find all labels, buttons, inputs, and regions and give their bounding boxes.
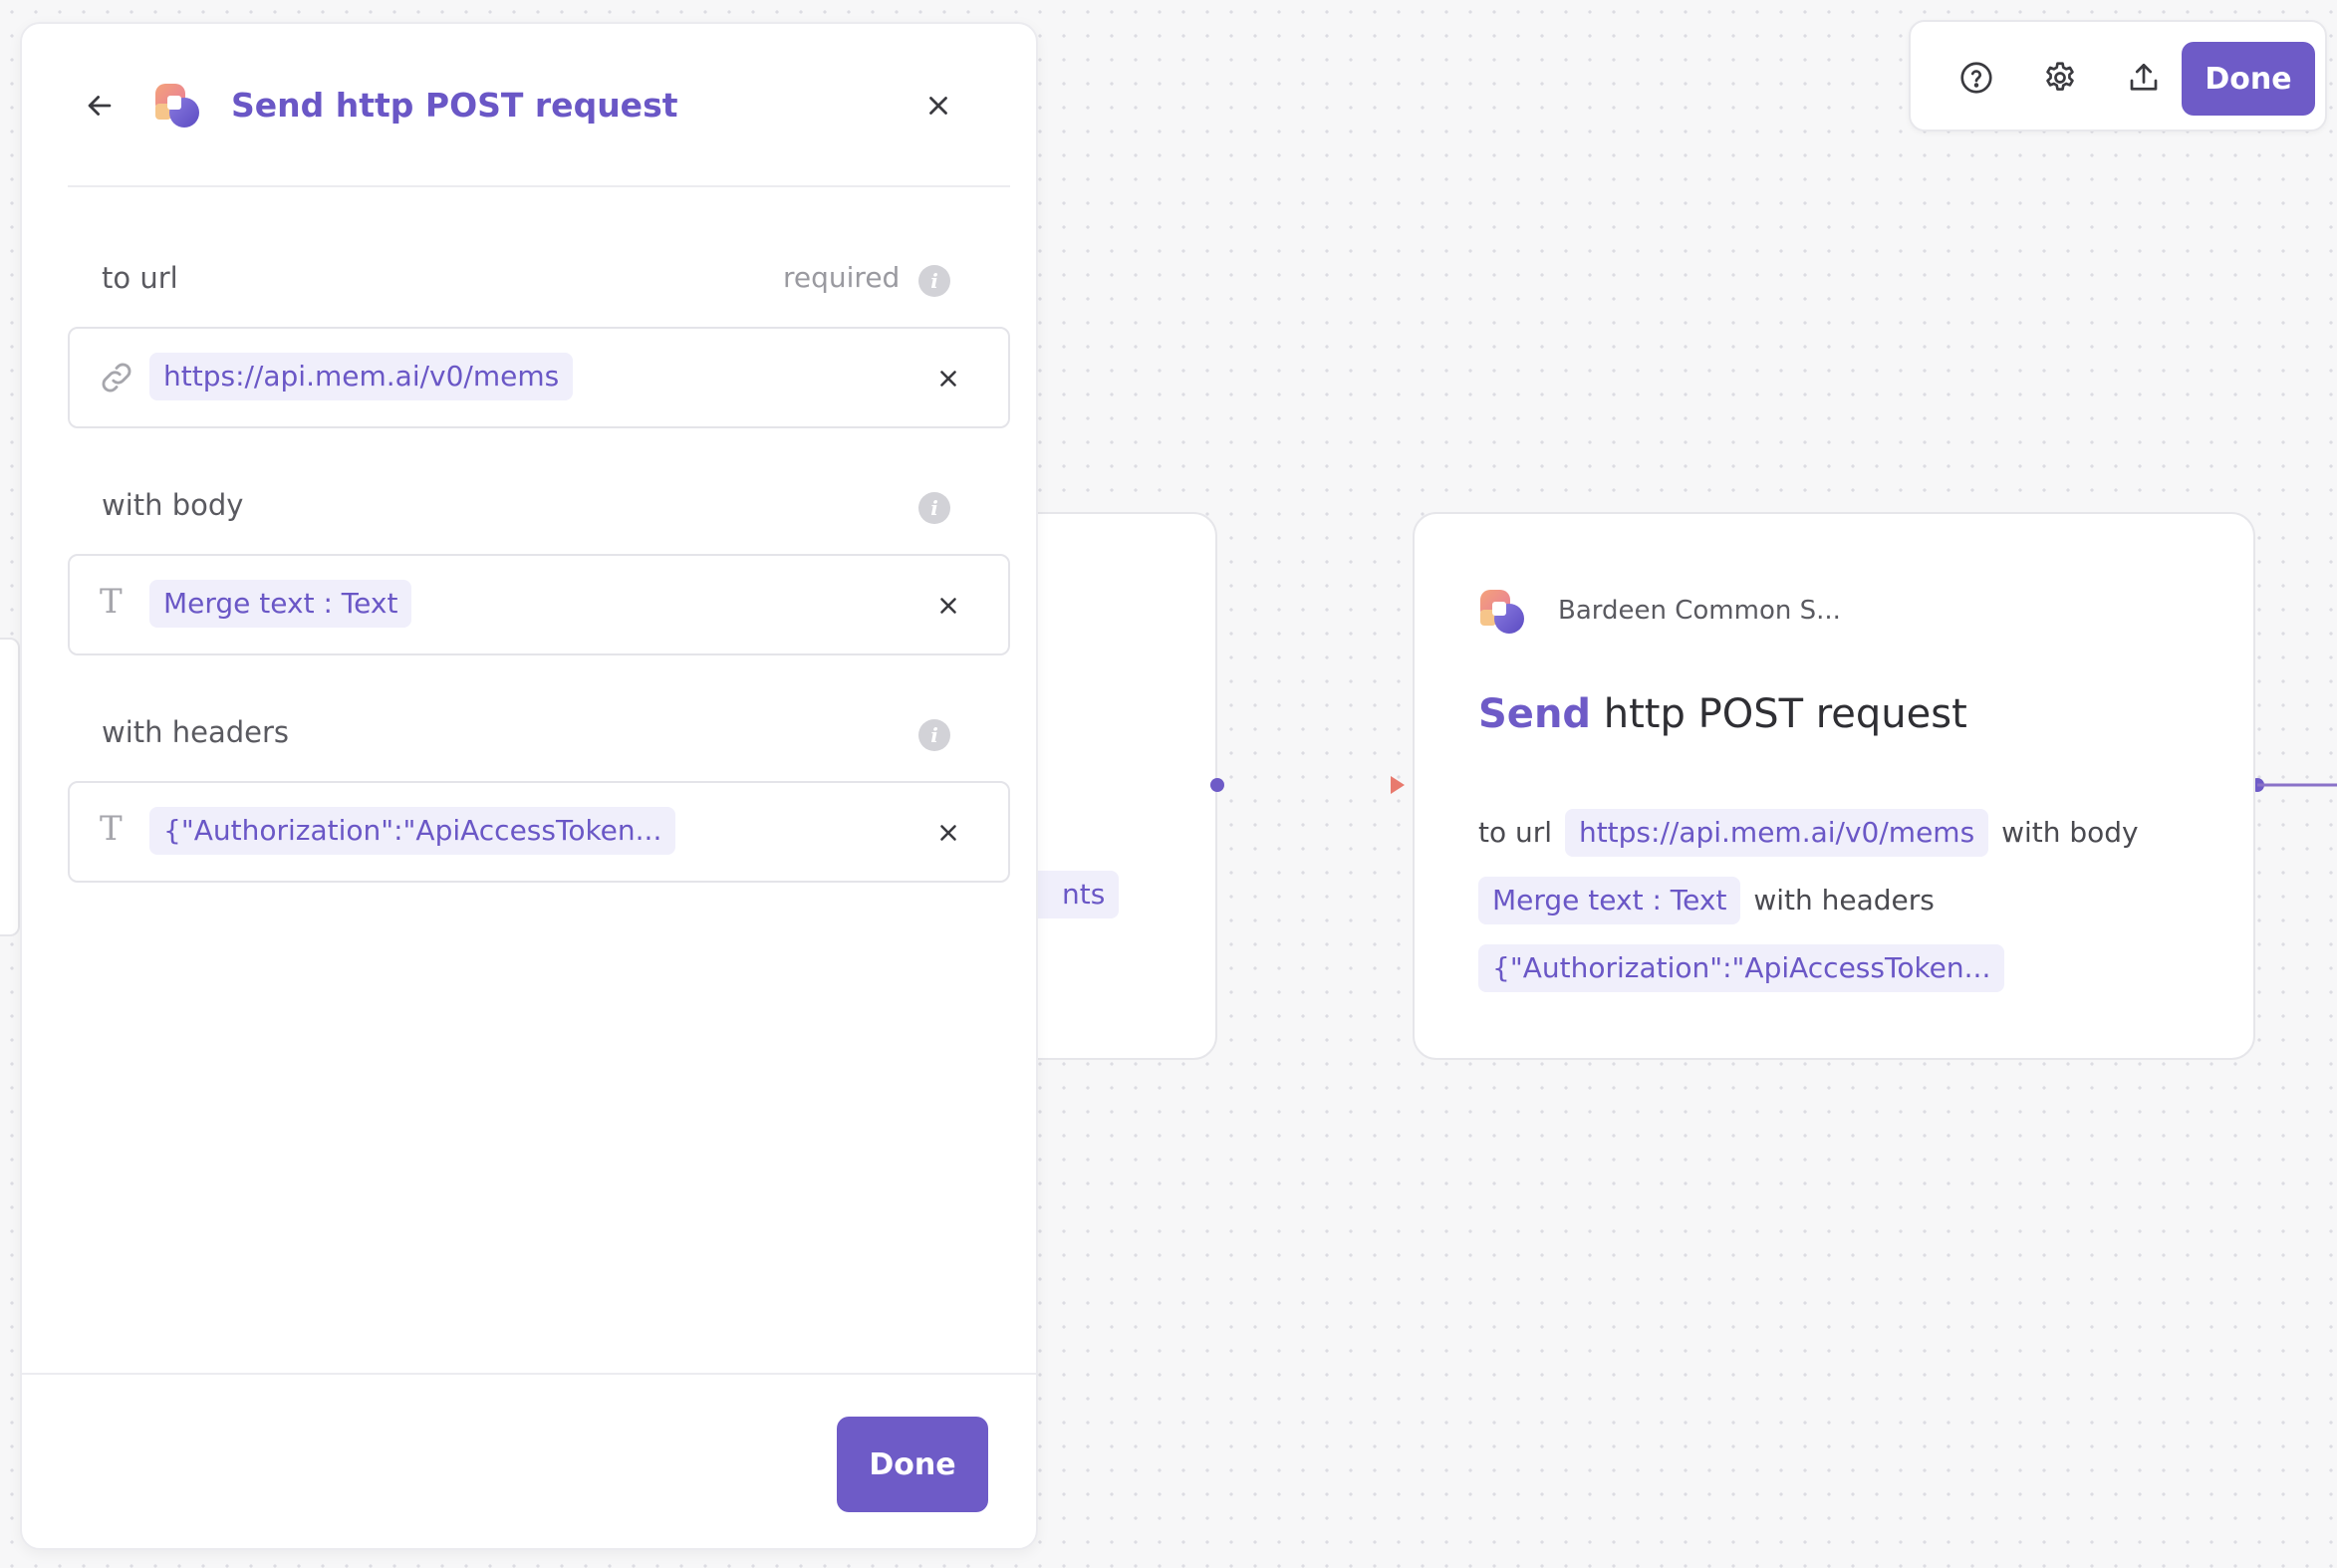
with-headers-label: with headers [102, 715, 290, 749]
back-button[interactable] [68, 74, 131, 137]
upload-icon [2130, 63, 2158, 91]
action-config-panel: Send http POST request to url required i… [20, 22, 1038, 1550]
node-with-headers-label: with headers [1753, 884, 1935, 916]
share-button[interactable] [2112, 46, 2176, 110]
partial-node-left-edge[interactable] [0, 638, 20, 936]
info-icon[interactable]: i [918, 492, 950, 524]
info-icon[interactable]: i [918, 265, 950, 297]
node-title-verb: Send [1478, 691, 1592, 737]
toolbar-done-button[interactable]: Done [2182, 42, 2315, 116]
body-field[interactable]: T Merge text : Text [68, 554, 1010, 655]
node-url-chip[interactable]: https://api.mem.ai/v0/mems [1564, 809, 1989, 857]
node-app-name: Bardeen Common S... [1558, 596, 1841, 626]
panel-title: Send http POST request [231, 86, 678, 125]
text-t-icon: T [100, 809, 123, 849]
text-t-icon: T [100, 582, 123, 622]
gear-icon [2046, 62, 2074, 91]
panel-done-button[interactable]: Done [837, 1417, 988, 1512]
clear-headers-button[interactable] [916, 801, 980, 865]
to-url-label: to url [102, 261, 178, 295]
node-body-chip[interactable]: Merge text : Text [1478, 877, 1741, 924]
clear-body-button[interactable] [916, 574, 980, 638]
action-node-card[interactable]: Bardeen Common S... Send http POST reque… [1413, 512, 2255, 1060]
connector-arrow [1210, 776, 1405, 794]
top-toolbar: Done [1909, 20, 2327, 131]
outgoing-connector [2250, 778, 2337, 792]
url-value-chip[interactable]: https://api.mem.ai/v0/mems [149, 353, 574, 400]
url-field[interactable]: https://api.mem.ai/v0/mems [68, 327, 1010, 428]
footer-divider [22, 1373, 1036, 1375]
node-title-rest: http POST request [1603, 691, 1967, 737]
close-icon [940, 598, 956, 614]
settings-button[interactable] [2028, 46, 2092, 110]
link-icon [98, 359, 135, 400]
header-divider [68, 185, 1010, 187]
with-body-label: with body [102, 488, 244, 522]
body-value-chip[interactable]: Merge text : Text [149, 580, 412, 628]
close-icon [940, 825, 956, 841]
node-headers-chip[interactable]: {"Authorization":"ApiAccessToken... [1478, 944, 2005, 992]
bardeen-logo-icon [153, 82, 201, 130]
info-icon[interactable]: i [918, 719, 950, 751]
close-icon [940, 371, 956, 387]
node-to-url-label: to url [1478, 816, 1553, 849]
close-panel-button[interactable] [907, 74, 970, 137]
bardeen-logo-icon [1478, 588, 1526, 636]
clear-url-button[interactable] [916, 347, 980, 410]
node-title: Send http POST request [1478, 691, 1967, 737]
node-with-body-label: with body [2001, 816, 2139, 849]
help-circle-icon [1960, 62, 1992, 94]
arrow-left-icon [88, 96, 112, 116]
node-summary: to url https://api.mem.ai/v0/mems with b… [1478, 799, 2215, 1002]
help-button[interactable] [1945, 46, 2008, 110]
close-icon [929, 97, 947, 115]
headers-field[interactable]: T {"Authorization":"ApiAccessToken... [68, 781, 1010, 883]
headers-value-chip[interactable]: {"Authorization":"ApiAccessToken... [149, 807, 676, 855]
required-text: required [783, 261, 901, 294]
